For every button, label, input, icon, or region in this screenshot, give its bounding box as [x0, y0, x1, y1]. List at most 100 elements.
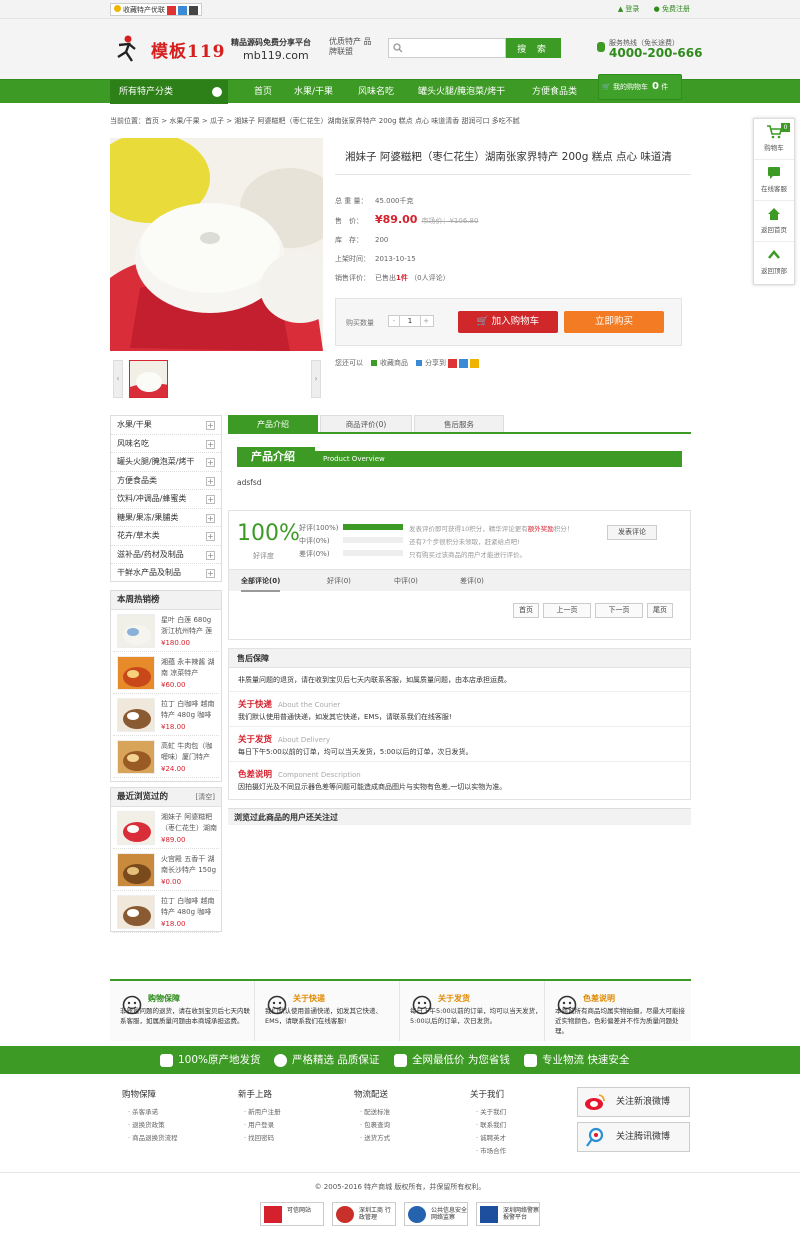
thumb-next-button[interactable]: › — [311, 360, 321, 398]
favorite-link[interactable]: 收藏特产优联 — [110, 3, 202, 16]
side-product-item[interactable]: 星叶 白莲 680g 浙江杭州特产 莲 ¥180.00 — [113, 610, 219, 652]
product-thumbnail[interactable] — [117, 740, 155, 774]
sina-weibo-button[interactable]: 关注新浪微博 — [577, 1087, 690, 1117]
nav-item-fruit[interactable]: 水果/干果 — [294, 80, 333, 104]
category-item[interactable]: 罐头火腿/腌泡菜/烤干 + — [111, 453, 221, 472]
plus-icon[interactable]: + — [206, 439, 215, 449]
thumbnail[interactable] — [129, 360, 168, 398]
prev-page-button[interactable]: 上一页 — [543, 603, 591, 618]
plus-icon[interactable]: + — [206, 476, 215, 486]
nav-item-canned[interactable]: 罐头火腿/腌泡菜/烤干 — [418, 80, 505, 104]
qrcode-icon[interactable] — [189, 5, 198, 15]
plus-icon[interactable]: + — [206, 421, 215, 430]
product-name[interactable]: 火宫殿 五香干 湖南长沙特产 150g — [161, 854, 219, 876]
product-name[interactable]: 拉丁 白咖啡 越南特产 480g 咖啡 — [161, 699, 219, 721]
footer-link[interactable]: · 退换货政策 — [122, 1119, 222, 1132]
badge-trusted-site[interactable]: 可信网站 — [260, 1202, 324, 1226]
nav-item-snacks[interactable]: 风味名吃 — [358, 80, 394, 104]
side-product-item[interactable]: 拉丁 白咖啡 越南特产 480g 咖啡 ¥18.00 — [113, 891, 219, 933]
product-thumbnail[interactable] — [117, 853, 155, 887]
category-item[interactable]: 风味名吃 + — [111, 435, 221, 453]
all-categories-menu[interactable]: 所有特产分类 — [110, 80, 228, 104]
plus-icon[interactable]: + — [206, 458, 215, 467]
category-item[interactable]: 滋补品/药材及制品 + — [111, 546, 221, 564]
float-service[interactable]: 在线客服 — [754, 160, 794, 201]
side-product-item[interactable]: 湘妹子 阿婆糍粑（枣仁花生）湖南 ¥89.00 — [113, 807, 219, 849]
side-product-item[interactable]: 拉丁 白咖啡 越南特产 480g 咖啡 ¥18.00 — [113, 694, 219, 736]
favorite-product-link[interactable]: 收藏商品 — [380, 359, 408, 367]
post-review-button[interactable]: 发表评论 — [607, 525, 657, 540]
footer-link[interactable]: · 关于我们 — [470, 1106, 570, 1119]
register-link[interactable]: ● 免费注册 — [654, 5, 690, 13]
product-name[interactable]: 湘蕴 永丰辣酱 湖南 凉菜特产 — [161, 657, 219, 679]
side-product-item[interactable]: 湘蕴 永丰辣酱 湖南 凉菜特产 ¥60.00 — [113, 652, 219, 694]
product-thumbnail[interactable] — [117, 614, 155, 648]
logo[interactable]: 模板119 精品源码免费分享平台 mb119.com 优质特产 品牌联盟 — [113, 31, 372, 69]
qq-weibo-button[interactable]: 关注腾讯微博 — [577, 1122, 690, 1152]
plus-icon[interactable]: + — [206, 532, 215, 541]
product-thumbnail[interactable] — [117, 895, 155, 929]
footer-link[interactable]: · 找回密码 — [238, 1132, 338, 1145]
float-cart[interactable]: 0 购物车 — [754, 119, 794, 160]
login-link[interactable]: ▲ 登录 — [618, 5, 640, 13]
footer-link[interactable]: · 诚聘英才 — [470, 1132, 570, 1145]
product-thumbnail[interactable] — [117, 811, 155, 845]
tab-service[interactable]: 售后服务 — [414, 415, 504, 432]
plus-icon[interactable]: + — [206, 513, 215, 523]
tab-reviews[interactable]: 商品评价(0) — [320, 415, 412, 432]
side-product-item[interactable]: 高虻 牛肉包（咖喱味）厦门特产 ¥24.00 — [113, 736, 219, 778]
footer-link[interactable]: · 包裹查询 — [354, 1119, 454, 1132]
footer-link[interactable]: · 送货方式 — [354, 1132, 454, 1145]
product-name[interactable]: 湘妹子 阿婆糍粑（枣仁花生）湖南 — [161, 812, 219, 834]
plus-icon[interactable]: + — [206, 495, 215, 504]
product-name[interactable]: 星叶 白莲 680g 浙江杭州特产 莲 — [161, 615, 219, 637]
tab-all-reviews[interactable]: 全部评论(0) — [241, 570, 281, 592]
tab-good-reviews[interactable]: 好评(0) — [327, 570, 351, 592]
tab-mid-reviews[interactable]: 中评(0) — [394, 570, 418, 592]
side-product-item[interactable]: 火宫殿 五香干 湖南长沙特产 150g ¥0.00 — [113, 849, 219, 891]
category-item[interactable]: 水果/干果 + — [111, 416, 221, 435]
clear-recent-link[interactable]: [清空] — [196, 788, 215, 807]
product-main-image[interactable] — [110, 138, 323, 351]
sina-share-icon[interactable] — [448, 358, 457, 368]
thumb-prev-button[interactable]: ‹ — [113, 360, 123, 398]
category-item[interactable]: 糖果/果冻/果脯类 + — [111, 509, 221, 527]
search-button[interactable]: 搜 索 — [506, 38, 561, 58]
quantity-input[interactable]: 1 — [399, 316, 421, 326]
footer-link[interactable]: · 市场合作 — [470, 1145, 570, 1158]
category-item[interactable]: 饮料/冲调品/蜂蜜类 + — [111, 490, 221, 509]
qzone-icon[interactable] — [178, 5, 187, 15]
float-home[interactable]: 返回首页 — [754, 201, 794, 242]
review-count-link[interactable]: （0人评论） — [410, 274, 449, 282]
qty-plus-button[interactable]: + — [421, 316, 431, 326]
badge-net-security[interactable]: 公共信息安全网络监察 — [404, 1202, 468, 1226]
first-page-button[interactable]: 首页 — [513, 603, 539, 618]
product-name[interactable]: 拉丁 白咖啡 越南特产 480g 咖啡 — [161, 896, 219, 918]
float-top[interactable]: 返回顶部 — [754, 242, 794, 283]
footer-link[interactable]: · 联系我们 — [470, 1119, 570, 1132]
badge-business-admin[interactable]: 深圳工商 行政管理 — [332, 1202, 396, 1226]
qty-minus-button[interactable]: - — [389, 316, 399, 326]
nav-item-home[interactable]: 首页 — [254, 80, 272, 104]
add-to-cart-button[interactable]: 🛒 加入购物车 — [458, 311, 558, 333]
footer-link[interactable]: · 杀客承诺 — [122, 1106, 222, 1119]
search-input[interactable] — [388, 38, 506, 58]
badge-net-police[interactable]: 深圳网络警察 报警平台 — [476, 1202, 540, 1226]
buy-now-button[interactable]: 立即购买 — [564, 311, 664, 333]
nav-item-instant[interactable]: 方便食品类 — [532, 80, 577, 104]
category-item[interactable]: 干鲜水产品及制品 + — [111, 564, 221, 583]
plus-icon[interactable]: + — [206, 550, 215, 560]
other-share-icon[interactable] — [470, 358, 479, 368]
footer-link[interactable]: · 用户登录 — [238, 1119, 338, 1132]
footer-link[interactable]: · 新用户注册 — [238, 1106, 338, 1119]
product-thumbnail[interactable] — [117, 656, 155, 690]
cart-button[interactable]: 🛒 我的购物车 0 件 — [598, 74, 682, 100]
product-name[interactable]: 高虻 牛肉包（咖喱味）厦门特产 — [161, 741, 219, 763]
tab-intro[interactable]: 产品介绍 — [228, 415, 318, 432]
plus-icon[interactable]: + — [206, 569, 215, 578]
next-page-button[interactable]: 下一页 — [595, 603, 643, 618]
footer-link[interactable]: · 商品退换货流程 — [122, 1132, 222, 1145]
product-thumbnail[interactable] — [117, 698, 155, 732]
qzone-share-icon[interactable] — [459, 358, 468, 368]
tab-bad-reviews[interactable]: 差评(0) — [460, 570, 484, 592]
